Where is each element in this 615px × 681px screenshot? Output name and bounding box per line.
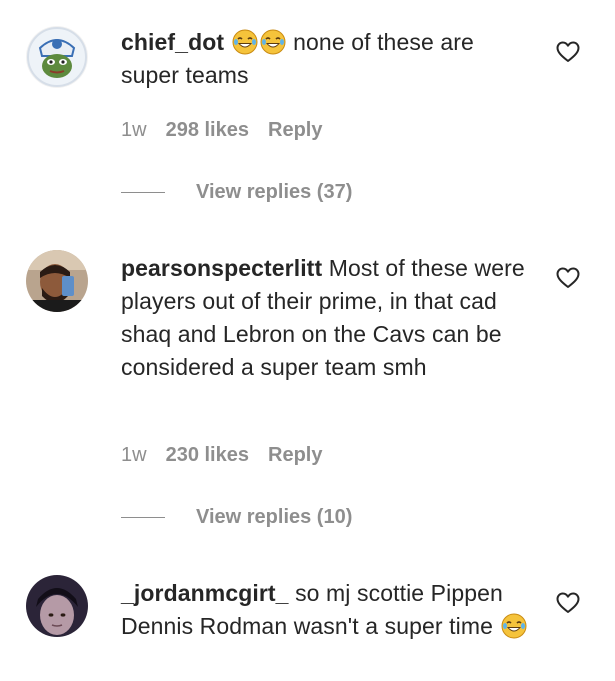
view-replies-label: View replies (10) (196, 506, 353, 528)
like-heart-icon[interactable] (556, 267, 580, 289)
divider (121, 192, 165, 193)
face-with-tears-of-joy-icon (260, 29, 286, 55)
comment-text: _jordanmcgirt_ so mj scottie Pippen Denn… (121, 577, 531, 643)
comment-meta: 1w 230 likes Reply (121, 444, 341, 467)
comment-timestamp[interactable]: 1w (121, 444, 147, 466)
face-with-tears-of-joy-icon (232, 29, 258, 55)
like-heart-icon[interactable] (556, 592, 580, 614)
comment-username[interactable]: chief_dot (121, 29, 224, 55)
likes-count[interactable]: 230 likes (166, 444, 249, 466)
like-heart-icon[interactable] (556, 41, 580, 63)
comment-text: chief_dot none of these are super teams (121, 26, 531, 92)
divider (121, 517, 165, 518)
avatar[interactable] (26, 26, 88, 88)
comment-meta: 1w 298 likes Reply (121, 119, 341, 142)
view-replies-button[interactable]: View replies (37) (121, 181, 352, 204)
reply-button[interactable]: Reply (268, 444, 322, 466)
view-replies-button[interactable]: View replies (10) (121, 506, 352, 529)
comment-username[interactable]: _jordanmcgirt_ (121, 580, 289, 606)
avatar[interactable] (26, 250, 88, 312)
comment-text: pearsonspecterlitt Most of these were pl… (121, 252, 531, 384)
view-replies-label: View replies (37) (196, 181, 353, 203)
reply-button[interactable]: Reply (268, 119, 322, 141)
comment-timestamp[interactable]: 1w (121, 119, 147, 141)
comment-username[interactable]: pearsonspecterlitt (121, 255, 322, 281)
face-with-tears-of-joy-icon (501, 613, 527, 639)
avatar[interactable] (26, 575, 88, 637)
likes-count[interactable]: 298 likes (166, 119, 249, 141)
